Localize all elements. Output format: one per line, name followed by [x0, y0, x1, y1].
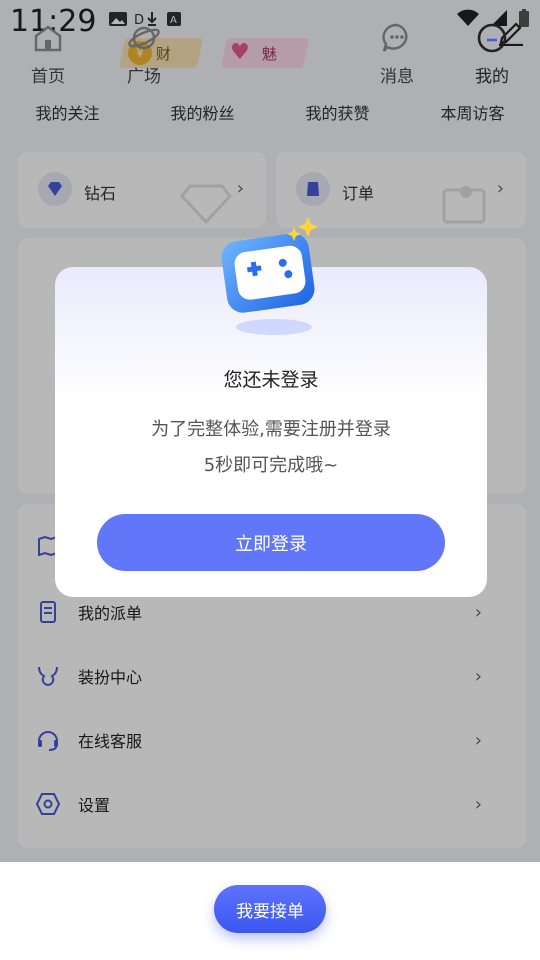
tab-plaza-label: 广场 — [127, 67, 161, 87]
tab-mine-label: 我的 — [475, 67, 509, 87]
login-button[interactable]: 立即登录 — [97, 514, 445, 571]
tab-mine[interactable]: 我的 — [462, 22, 522, 87]
home-icon — [18, 22, 78, 54]
planet-icon — [114, 22, 174, 54]
tab-home[interactable]: 首页 — [18, 22, 78, 87]
tab-messages-label: 消息 — [380, 67, 414, 87]
modal-title: 您还未登录 — [223, 369, 319, 391]
tab-home-label: 首页 — [31, 67, 65, 87]
modal-message-line2: 5秒即可完成哦~ — [203, 455, 339, 476]
chat-bubble-icon — [367, 22, 427, 54]
modal-message-line1: 为了完整体验,需要注册并登录 — [151, 419, 391, 440]
tab-messages[interactable]: 消息 — [367, 22, 427, 87]
profile-icon — [462, 22, 522, 54]
take-order-button[interactable]: 我要接单 — [214, 885, 326, 933]
gamepad-icon — [221, 217, 318, 335]
tab-plaza[interactable]: 广场 — [114, 22, 174, 87]
